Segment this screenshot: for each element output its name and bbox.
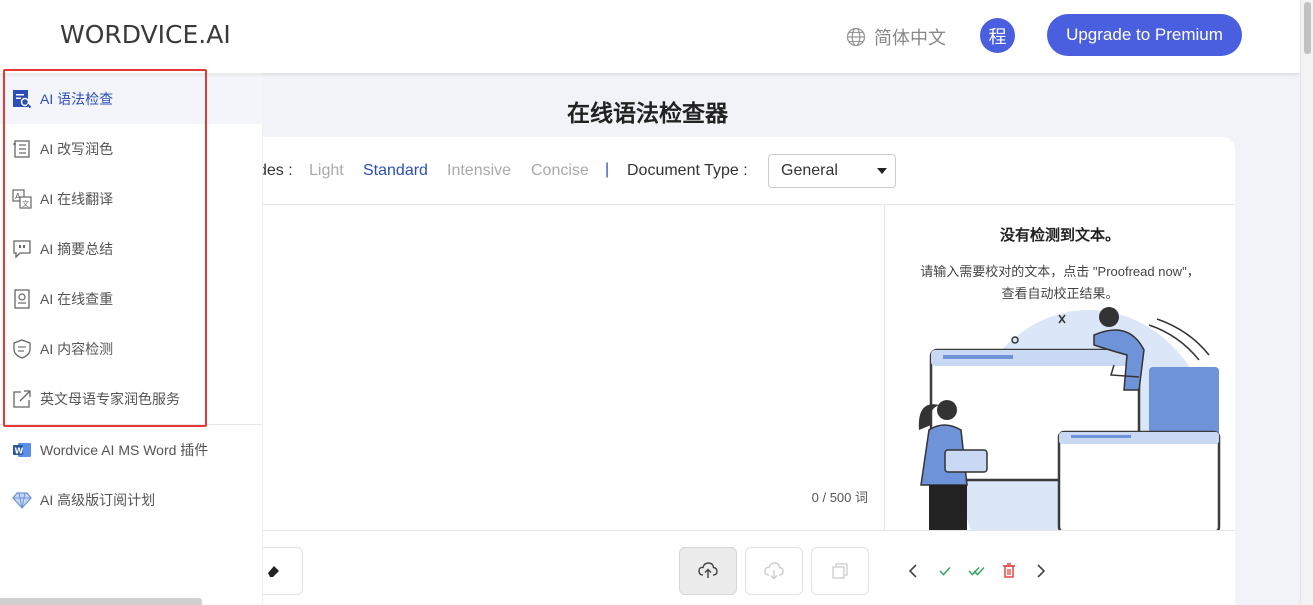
document-type-select[interactable]: General — [768, 154, 896, 188]
language-label: 简体中文 — [874, 28, 946, 48]
external-link-icon — [12, 389, 32, 409]
grammar-checker-card: des : Light Standard Intensive Concise |… — [243, 137, 1235, 605]
document-type-value: General — [781, 162, 838, 179]
no-text-title: 没有检测到文本。 — [999, 227, 1120, 244]
sidebar-item-expert-editing[interactable]: 英文母语专家润色服务 — [0, 374, 263, 424]
ms-word-icon: W — [12, 440, 32, 460]
sidebar-item-rewrite[interactable]: AI 改写润色 — [0, 124, 263, 174]
action-bar — [243, 530, 1235, 605]
svg-text:文: 文 — [22, 199, 29, 208]
page-scrollbar[interactable] — [1300, 0, 1313, 605]
toolbar-separator: | — [605, 161, 610, 178]
document-type-label: Document Type : — [627, 162, 748, 179]
mode-concise[interactable]: Concise — [531, 162, 589, 180]
instruction-text: 请输入需要校对的文本，点击 "Proofread now"， 查看自动校正结果。 — [885, 261, 1235, 305]
accept-suggestion-button[interactable] — [935, 561, 955, 581]
copy-button[interactable] — [811, 547, 869, 595]
svg-text:W: W — [15, 446, 24, 455]
copy-icon — [832, 563, 848, 579]
word-count: 0 / 500 词 — [811, 490, 868, 505]
language-selector[interactable]: 简体中文 — [846, 24, 946, 50]
check-icon — [939, 566, 951, 576]
wordvice-logo[interactable]: WORDVICE.AI — [60, 20, 231, 49]
sidebar-item-ai-detect[interactable]: AI 内容检测 — [0, 324, 263, 374]
cloud-download-icon — [764, 562, 784, 580]
sidebar-item-label: Wordvice AI MS Word 插件 — [40, 442, 209, 458]
delete-suggestion-button[interactable] — [999, 561, 1019, 581]
sidebar-item-label: AI 摘要总结 — [40, 241, 114, 257]
empty-state-illustration — [918, 307, 1221, 530]
sidebar-item-label: AI 在线翻译 — [40, 191, 114, 207]
sidebar-item-label: AI 改写润色 — [40, 141, 114, 157]
page-title: 在线语法检查器 — [567, 100, 728, 126]
chevron-right-icon — [1037, 564, 1046, 578]
modes-label: des : — [258, 162, 293, 179]
horizontal-scroll-indicator — [0, 598, 202, 605]
top-header: WORDVICE.AI 简体中文 程 Upgrade to Premium — [0, 0, 1300, 73]
accept-all-button[interactable] — [967, 561, 987, 581]
summary-icon — [12, 239, 32, 259]
grammar-check-icon — [12, 89, 32, 109]
cloud-upload-icon — [698, 562, 718, 578]
mode-toolbar: des : Light Standard Intensive Concise |… — [258, 137, 1235, 205]
sidebar-item-label: AI 内容检测 — [40, 341, 114, 357]
sidebar-item-grammar-check[interactable]: AI 语法检查 — [0, 74, 263, 124]
diamond-icon — [12, 490, 32, 510]
sidebar-item-translate[interactable]: A文 AI 在线翻译 — [0, 174, 263, 224]
chevron-left-icon — [908, 564, 917, 578]
mode-intensive[interactable]: Intensive — [447, 162, 511, 180]
user-avatar[interactable]: 程 — [980, 18, 1015, 53]
sidebar-item-premium-plan[interactable]: AI 高级版订阅计划 — [0, 475, 263, 525]
sidebar-item-label: AI 语法检查 — [40, 91, 114, 107]
double-check-icon — [968, 566, 985, 576]
sidebar-item-label: AI 高级版订阅计划 — [40, 492, 156, 508]
ai-detect-icon — [12, 339, 32, 359]
rewrite-icon — [12, 139, 32, 159]
upgrade-premium-button[interactable]: Upgrade to Premium — [1047, 14, 1242, 56]
download-button[interactable] — [745, 547, 803, 595]
globe-icon — [846, 27, 866, 47]
plagiarism-icon — [12, 289, 32, 309]
mode-standard[interactable]: Standard — [363, 162, 428, 180]
sidebar-item-ms-word-plugin[interactable]: W Wordvice AI MS Word 插件 — [0, 425, 263, 475]
upload-button[interactable] — [679, 547, 737, 595]
instruction-line-2: 查看自动校正结果。 — [1001, 286, 1119, 301]
mode-light[interactable]: Light — [309, 162, 344, 180]
sidebar: AI 语法检查 AI 改写润色 A文 AI 在线翻译 AI 摘要总结 AI 在线… — [0, 73, 263, 605]
sidebar-item-plagiarism[interactable]: AI 在线查重 — [0, 274, 263, 324]
dropdown-caret-icon — [877, 168, 887, 174]
translate-icon: A文 — [12, 189, 32, 209]
sidebar-item-label: 英文母语专家润色服务 — [40, 391, 180, 407]
next-suggestion-button[interactable] — [1031, 561, 1051, 581]
text-editor[interactable]: 0 / 500 词 — [263, 205, 884, 530]
eraser-icon — [268, 566, 279, 577]
scrollbar-thumb[interactable] — [1304, 2, 1311, 54]
trash-icon — [1003, 563, 1015, 578]
sidebar-item-summary[interactable]: AI 摘要总结 — [0, 224, 263, 274]
result-panel: 没有检测到文本。 请输入需要校对的文本，点击 "Proofread now"， … — [885, 205, 1235, 530]
prev-suggestion-button[interactable] — [903, 561, 923, 581]
instruction-line-1: 请输入需要校对的文本，点击 "Proofread now"， — [920, 264, 1200, 279]
sidebar-item-label: AI 在线查重 — [40, 291, 114, 307]
